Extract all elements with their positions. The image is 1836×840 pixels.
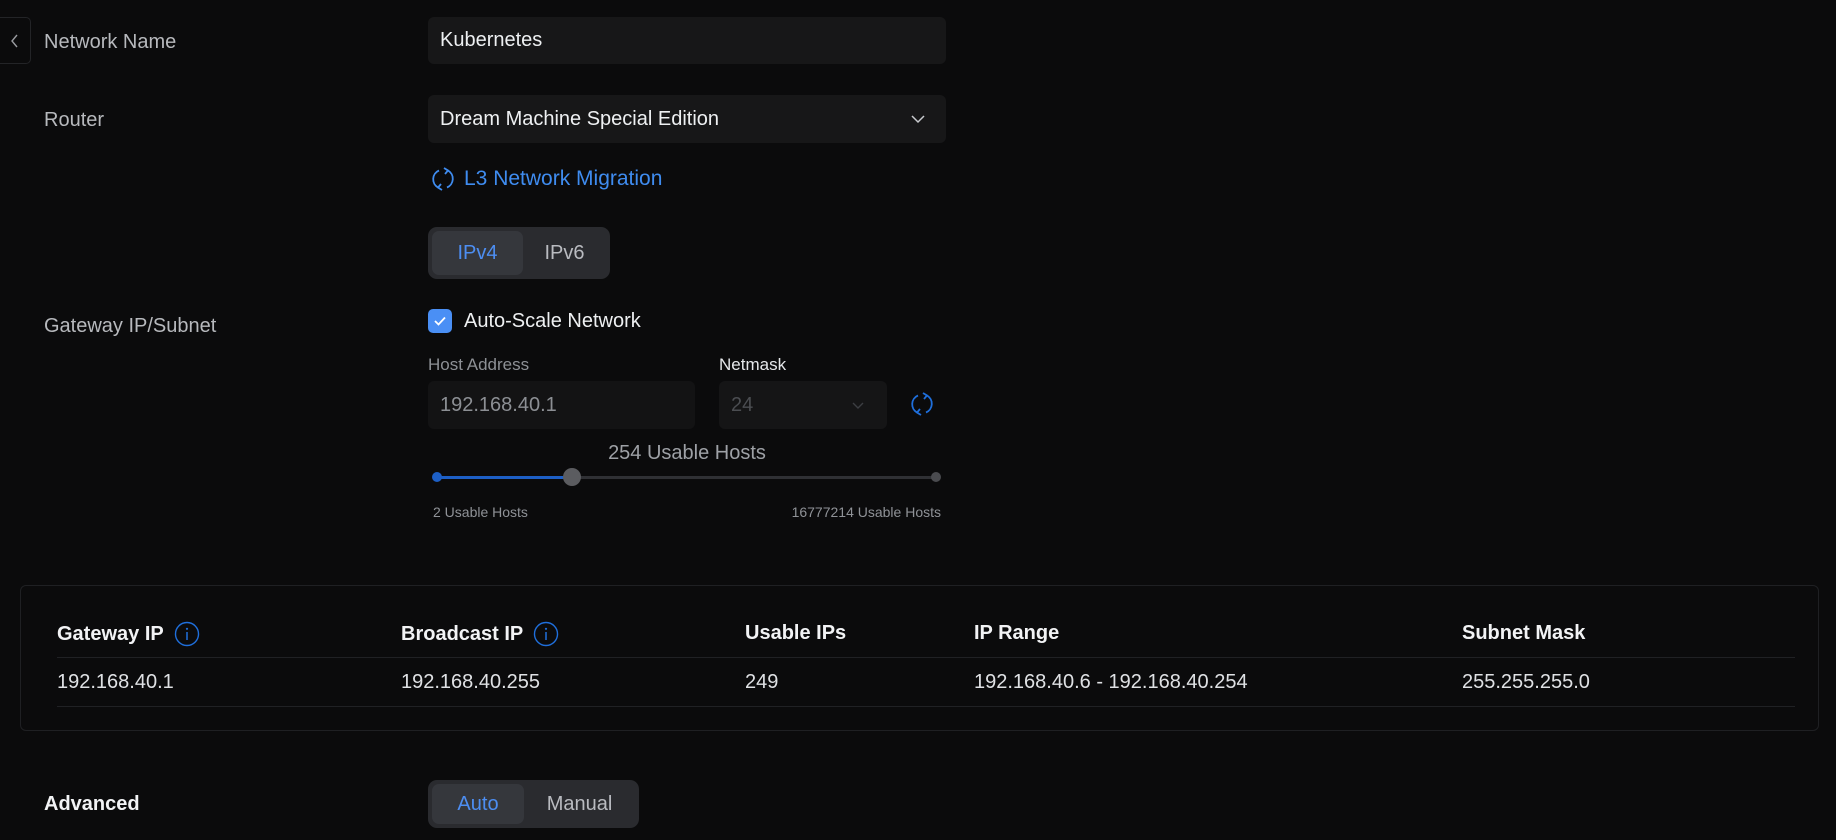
refresh-icon bbox=[911, 392, 933, 416]
advanced-mode-toggle: Auto Manual bbox=[428, 780, 639, 828]
cell-broadcast-ip: 192.168.40.255 bbox=[401, 671, 541, 693]
usable-hosts-value: 254 Usable Hosts bbox=[608, 442, 766, 464]
chevron-left-icon bbox=[10, 34, 18, 47]
subnet-summary-table: Gateway IP Broadcast IP Usable IPs IP Ra… bbox=[20, 585, 1819, 731]
netmask-label: Netmask bbox=[719, 355, 787, 374]
network-name-value: Kubernetes bbox=[440, 29, 543, 51]
network-name-input[interactable]: Kubernetes bbox=[428, 17, 946, 64]
host-address-label: Host Address bbox=[428, 355, 530, 374]
tab-manual[interactable]: Manual bbox=[524, 784, 635, 824]
gateway-subnet-label: Gateway IP/Subnet bbox=[44, 315, 217, 337]
column-header-usable-ips: Usable IPs bbox=[745, 622, 847, 644]
router-selected-value: Dream Machine Special Edition bbox=[440, 107, 720, 130]
header-divider bbox=[57, 657, 1795, 658]
cell-gateway-ip: 192.168.40.1 bbox=[57, 671, 174, 693]
tab-auto[interactable]: Auto bbox=[432, 784, 524, 824]
cell-ip-range: 192.168.40.6 - 192.168.40.254 bbox=[974, 671, 1248, 693]
info-icon[interactable] bbox=[533, 621, 559, 647]
slider-max-dot bbox=[931, 472, 941, 482]
netmask-select[interactable]: 24 bbox=[719, 381, 887, 429]
slider-max-label: 16777214 Usable Hosts bbox=[791, 504, 941, 520]
usable-hosts-slider[interactable] bbox=[432, 468, 941, 486]
host-address-value: 192.168.40.1 bbox=[440, 393, 557, 416]
slider-min-dot bbox=[432, 472, 442, 482]
cell-usable-ips: 249 bbox=[745, 671, 779, 693]
slider-min-label: 2 Usable Hosts bbox=[433, 504, 528, 520]
host-address-input[interactable]: 192.168.40.1 bbox=[428, 381, 695, 429]
netmask-value: 24 bbox=[731, 393, 754, 416]
info-icon[interactable] bbox=[174, 621, 200, 647]
router-select[interactable]: Dream Machine Special Edition bbox=[428, 95, 946, 143]
advanced-label: Advanced bbox=[44, 793, 140, 815]
column-header-ip-range: IP Range bbox=[974, 622, 1060, 644]
row-divider bbox=[57, 706, 1795, 707]
slider-fill bbox=[437, 476, 572, 479]
refresh-icon bbox=[432, 167, 454, 191]
auto-scale-label[interactable]: Auto-Scale Network bbox=[464, 309, 641, 333]
cell-subnet-mask: 255.255.255.0 bbox=[1462, 671, 1590, 693]
tab-ipv6[interactable]: IPv6 bbox=[523, 231, 606, 275]
ip-version-toggle: IPv4 IPv6 bbox=[428, 227, 610, 279]
column-header-label: Broadcast IP bbox=[401, 623, 524, 645]
slider-thumb[interactable] bbox=[562, 468, 581, 486]
back-button[interactable] bbox=[0, 17, 31, 64]
l3-network-migration-link[interactable]: L3 Network Migration bbox=[430, 166, 662, 192]
column-header-broadcast-ip: Broadcast IP bbox=[401, 621, 559, 647]
checkmark-icon bbox=[434, 316, 446, 326]
chevron-down-icon bbox=[911, 115, 925, 124]
chevron-down-icon bbox=[852, 402, 864, 409]
router-label: Router bbox=[44, 109, 105, 131]
l3-network-migration-label: L3 Network Migration bbox=[464, 167, 663, 190]
network-name-label: Network Name bbox=[44, 31, 177, 53]
auto-scale-checkbox[interactable] bbox=[428, 309, 452, 333]
column-header-gateway-ip: Gateway IP bbox=[57, 621, 200, 647]
column-header-subnet-mask: Subnet Mask bbox=[1462, 622, 1586, 644]
tab-ipv4[interactable]: IPv4 bbox=[432, 231, 523, 275]
column-header-label: Gateway IP bbox=[57, 623, 164, 645]
reset-netmask-button[interactable] bbox=[909, 391, 935, 417]
